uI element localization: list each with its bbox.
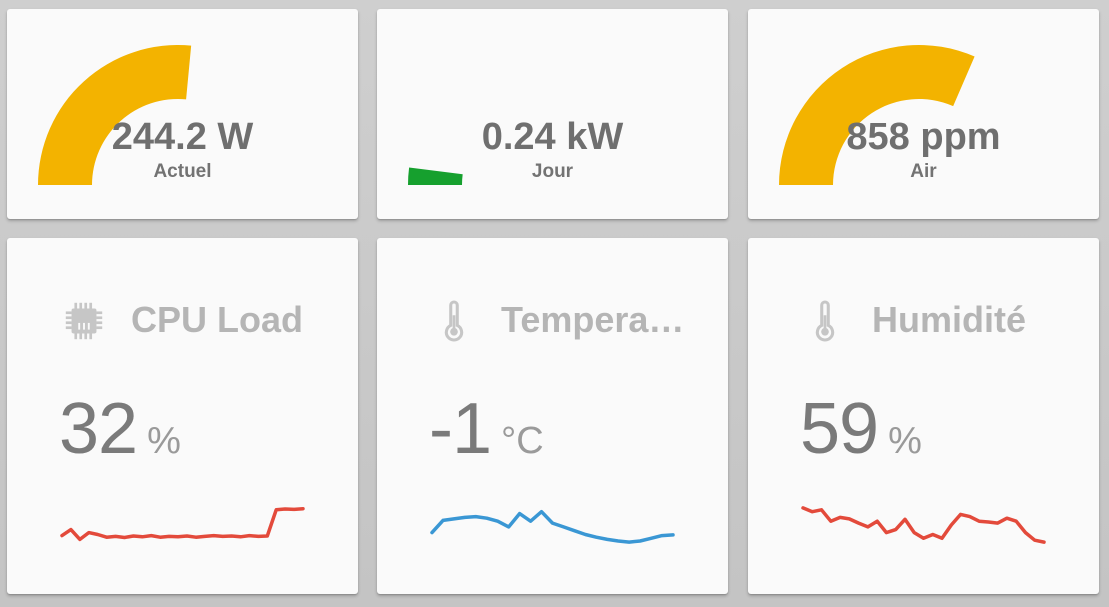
gauge-card-jour[interactable]: 0.24 kW Jour [377, 9, 728, 219]
gauge-card-air[interactable]: 858 ppm Air [748, 9, 1099, 219]
sparkline-path [60, 506, 305, 542]
history-sparkline [430, 509, 675, 544]
gauge-dial [38, 44, 192, 185]
gauge-dial [408, 167, 463, 185]
sensor-card-temperature[interactable]: Temperature -1°C [377, 238, 728, 594]
history-sparkline [60, 506, 305, 542]
history-sparkline [801, 506, 1046, 544]
sensor-card-humidite[interactable]: Humidité 59% [748, 238, 1099, 594]
sparkline-path [430, 509, 675, 544]
gauge-value: 244.2 W [111, 116, 254, 158]
gauge-label: Actuel [153, 161, 212, 182]
gauge-label: Air [910, 161, 937, 182]
gauge-label: Jour [531, 161, 574, 182]
gauge-card-actuel[interactable]: 244.2 W Actuel [7, 9, 358, 219]
sparkline-path [801, 506, 1046, 544]
sensor-card-cpu-load[interactable]: CPU Load 32% [7, 238, 358, 594]
gauge-value: 858 ppm [846, 116, 1001, 158]
gauge-dial [779, 44, 975, 185]
gauge-value: 0.24 kW [481, 116, 624, 158]
